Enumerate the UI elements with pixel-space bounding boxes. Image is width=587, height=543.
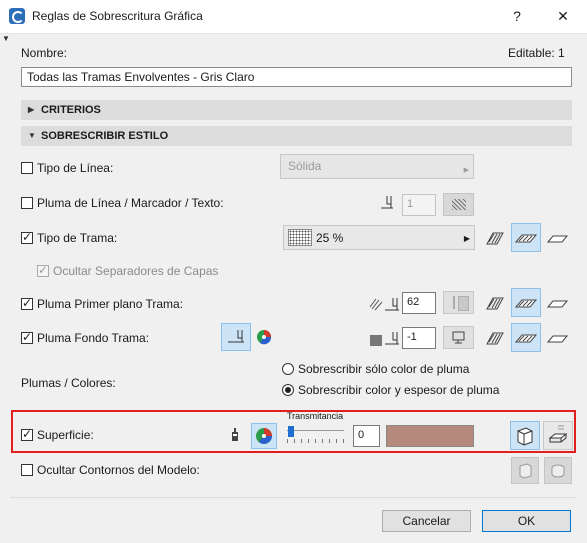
- tipo-linea-checkbox[interactable]: [21, 162, 33, 174]
- fill-pattern-icon: [288, 229, 312, 246]
- surface-color-swatch[interactable]: [386, 425, 474, 447]
- color-divider: [453, 296, 455, 309]
- tipo-trama-dropdown[interactable]: 25 % ▶: [283, 225, 475, 250]
- drafting-fill-icon[interactable]: [544, 325, 572, 351]
- panel-collapse-icon[interactable]: ▼: [2, 34, 10, 43]
- transmitancia-slider-track[interactable]: [287, 430, 344, 434]
- transmitancia-input[interactable]: 0: [353, 425, 380, 447]
- color-swatch: [458, 296, 469, 311]
- pluma-linea-pen-input[interactable]: 1: [402, 194, 436, 216]
- chevron-right-icon: ▶: [28, 105, 35, 114]
- foreground-pen-icon: [368, 293, 402, 315]
- tipo-trama-value: 25 %: [316, 231, 344, 245]
- footer-divider: [10, 497, 577, 498]
- foreground-color-button[interactable]: [443, 291, 474, 314]
- cut-fill-icon[interactable]: [481, 290, 509, 316]
- chevron-down-icon: ▼: [28, 131, 36, 140]
- editable-count: Editable: 1: [508, 46, 565, 60]
- criterios-title: CRITERIOS: [41, 104, 101, 116]
- ocultar-contornos-checkbox[interactable]: [21, 464, 33, 476]
- pen-mode-button[interactable]: [221, 323, 251, 351]
- surface-color-wheel-button[interactable]: [251, 423, 277, 449]
- radio-solo-color-label: Sobrescribir sólo color de pluma: [298, 362, 470, 376]
- tipo-linea-dropdown[interactable]: Sólida ▶: [280, 154, 474, 179]
- drafting-fill-icon[interactable]: [544, 225, 572, 251]
- pen-color-button[interactable]: [443, 193, 474, 216]
- slider-ticks: [287, 439, 344, 443]
- tipo-linea-value: Sólida: [288, 159, 322, 173]
- pluma-linea-checkbox[interactable]: [21, 197, 33, 209]
- pluma-linea-label: Pluma de Línea / Marcador / Texto:: [37, 196, 224, 210]
- surface-material-button[interactable]: [510, 421, 540, 450]
- nombre-input[interactable]: Todas las Tramas Envolventes - Gris Clar…: [21, 67, 572, 87]
- pluma-fondo-checkbox[interactable]: [21, 330, 33, 344]
- monitor-color-button[interactable]: [443, 326, 474, 349]
- archicad-app-icon: [9, 8, 25, 24]
- window-title: Reglas de Sobrescritura Gráfica: [32, 9, 203, 23]
- cut-fill-icon[interactable]: [481, 325, 509, 351]
- drafting-fill-icon[interactable]: [544, 290, 572, 316]
- color-wheel-icon[interactable]: [255, 328, 273, 346]
- ocultar-separadores-checkbox[interactable]: [37, 263, 49, 277]
- surface-texture-button[interactable]: [543, 421, 573, 450]
- pluma-primer-checkbox[interactable]: [21, 296, 33, 310]
- ocultar-contornos-label: Ocultar Contornos del Modelo:: [37, 463, 200, 477]
- radio-solo-color[interactable]: [282, 363, 294, 375]
- paint-bucket-icon: [229, 426, 241, 444]
- nombre-label: Nombre:: [21, 46, 68, 60]
- plumas-colores-label: Plumas / Colores:: [21, 376, 116, 390]
- pen-pattern-icon: [452, 199, 466, 210]
- tipo-trama-checkbox[interactable]: [21, 230, 33, 244]
- transmitancia-slider-thumb[interactable]: [288, 426, 294, 437]
- pluma-fondo-label: Pluma Fondo Trama:: [37, 331, 150, 345]
- model-contour-button[interactable]: [511, 457, 539, 484]
- cover-fill-icon[interactable]: [511, 223, 541, 252]
- superficie-checkbox[interactable]: [21, 427, 33, 441]
- background-pen-icon: [368, 327, 402, 349]
- tipo-trama-label: Tipo de Trama:: [37, 231, 118, 245]
- cut-fill-icon[interactable]: [481, 225, 509, 251]
- ok-button[interactable]: OK: [482, 510, 571, 532]
- sobrescribir-title: SOBRESCRIBIR ESTILO: [41, 130, 169, 142]
- cancel-button[interactable]: Cancelar: [382, 510, 471, 532]
- pen-icon: [378, 193, 398, 213]
- radio-color-espesor-label: Sobrescribir color y espesor de pluma: [298, 383, 500, 397]
- superficie-label: Superficie:: [37, 428, 94, 442]
- criterios-section-header[interactable]: ▶ CRITERIOS: [21, 100, 572, 120]
- sobrescribir-section-header[interactable]: ▼ SOBRESCRIBIR ESTILO: [21, 126, 572, 146]
- close-button[interactable]: ✕: [553, 6, 573, 26]
- pluma-primer-label: Pluma Primer plano Trama:: [37, 297, 184, 311]
- help-button[interactable]: ?: [507, 6, 527, 26]
- pluma-primer-pen-input[interactable]: 62: [402, 292, 436, 314]
- tipo-linea-label: Tipo de Línea:: [37, 161, 114, 175]
- pluma-fondo-pen-input[interactable]: -1: [402, 327, 436, 349]
- cover-fill-icon[interactable]: [511, 323, 541, 352]
- title-bar: Reglas de Sobrescritura Gráfica ? ✕: [0, 0, 587, 34]
- transmitancia-label: Transmitancia: [287, 411, 344, 421]
- dropdown-arrow-icon: ▶: [463, 167, 469, 174]
- radio-color-espesor[interactable]: [282, 384, 294, 396]
- cover-fill-icon[interactable]: [511, 288, 541, 317]
- dropdown-arrow-icon: ▶: [463, 234, 470, 243]
- ocultar-separadores-label: Ocultar Separadores de Capas: [53, 264, 219, 278]
- model-contour-alt-button[interactable]: [544, 457, 572, 484]
